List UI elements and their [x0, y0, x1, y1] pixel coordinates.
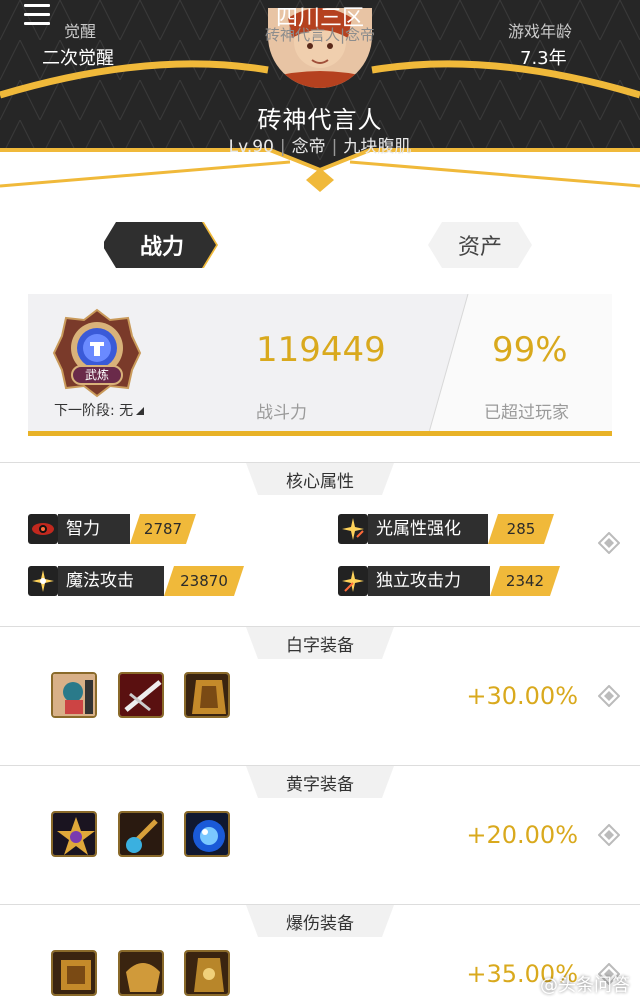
equip-item-icon[interactable]	[51, 811, 97, 857]
power-progress-bar	[28, 431, 612, 436]
attr-independent-attack: 独立攻击力 2342	[338, 564, 560, 598]
equip-item-icon[interactable]	[51, 672, 97, 718]
attr-magic-attack: 魔法攻击 23870	[28, 564, 244, 598]
rank-badge-icon[interactable]: 武炼	[52, 308, 142, 398]
section-title-core: 核心属性	[246, 463, 394, 495]
sword-sparkle-icon	[338, 566, 368, 596]
diamond-arrow-icon[interactable]	[598, 532, 620, 554]
equip-item-icon[interactable]	[118, 811, 164, 857]
equip-item-icon[interactable]	[118, 950, 164, 996]
rank-badge-text: 武炼	[85, 367, 109, 382]
equip-item-icon[interactable]	[51, 950, 97, 996]
attr-name: 独立攻击力	[368, 566, 490, 596]
tab-power[interactable]: 战力	[104, 220, 220, 270]
sparkle-sword-icon	[338, 514, 368, 544]
game-age-label: 游戏年龄	[508, 22, 573, 41]
next-stage-text: 下一阶段: 无	[54, 403, 134, 419]
attr-name: 光属性强化	[368, 514, 488, 544]
power-card: 武炼 下一阶段: 无 119449 战斗力 99% 已超过玩家	[28, 294, 612, 436]
equip-item-icon[interactable]	[118, 672, 164, 718]
attr-value: 2342	[505, 572, 545, 590]
tab-power-label: 战力	[139, 235, 184, 260]
attr-value: 2787	[143, 520, 183, 538]
section-title-crit-equip: 爆伤装备	[246, 905, 394, 937]
character-class: 念帝	[291, 137, 326, 157]
equip-item-icon[interactable]	[184, 811, 230, 857]
equip-item-icon[interactable]	[184, 950, 230, 996]
sparkle-icon	[28, 566, 58, 596]
section-title-yellow-equip-text: 黄字装备	[286, 774, 354, 795]
equip-item-icon[interactable]	[184, 672, 230, 718]
tab-assets-label: 资产	[457, 235, 502, 260]
section-title-crit-equip-text: 爆伤装备	[286, 913, 354, 934]
eye-icon	[28, 514, 58, 544]
profile-header: 觉醒 二次觉醒 四川三区 砖神代言人|念帝 游戏年龄 7.3年 砖神代言人 Lv…	[0, 0, 640, 200]
attr-intelligence: 智力 2787	[28, 512, 198, 546]
diamond-arrow-icon[interactable]	[598, 824, 620, 846]
character-level: Lv.90	[228, 137, 274, 157]
section-title-white-equip: 白字装备	[246, 627, 394, 659]
attr-value: 285	[506, 520, 536, 538]
percentile-value: 99%	[492, 330, 568, 370]
section-title-white-equip-text: 白字装备	[286, 635, 354, 656]
tab-assets[interactable]: 资产	[428, 220, 532, 270]
character-name: 砖神代言人	[257, 106, 383, 134]
combat-power-label: 战斗力	[256, 403, 307, 423]
attr-value: 23870	[180, 572, 228, 590]
dropdown-corner-icon	[136, 407, 145, 415]
yellow-equip-bonus: +20.00%	[466, 821, 578, 849]
awaken-value: 二次觉醒	[42, 48, 114, 69]
attr-name: 魔法攻击	[58, 566, 164, 596]
game-age-value: 7.3年	[520, 48, 567, 69]
watermark: @头条问答	[540, 975, 630, 996]
combat-power-value: 119449	[256, 330, 386, 370]
next-stage[interactable]: 下一阶段: 无	[54, 400, 145, 420]
section-title-core-text: 核心属性	[286, 471, 354, 492]
attr-light-element: 光属性强化 285	[338, 512, 558, 546]
section-title-yellow-equip: 黄字装备	[246, 766, 394, 798]
white-equip-bonus: +30.00%	[466, 682, 578, 710]
attr-name: 智力	[58, 514, 130, 544]
diamond-arrow-icon[interactable]	[598, 685, 620, 707]
character-guild: 九块腹肌	[343, 137, 412, 157]
percentile-label: 已超过玩家	[484, 403, 569, 423]
character-meta: Lv.90 | 念帝 | 九块腹肌	[228, 137, 412, 157]
